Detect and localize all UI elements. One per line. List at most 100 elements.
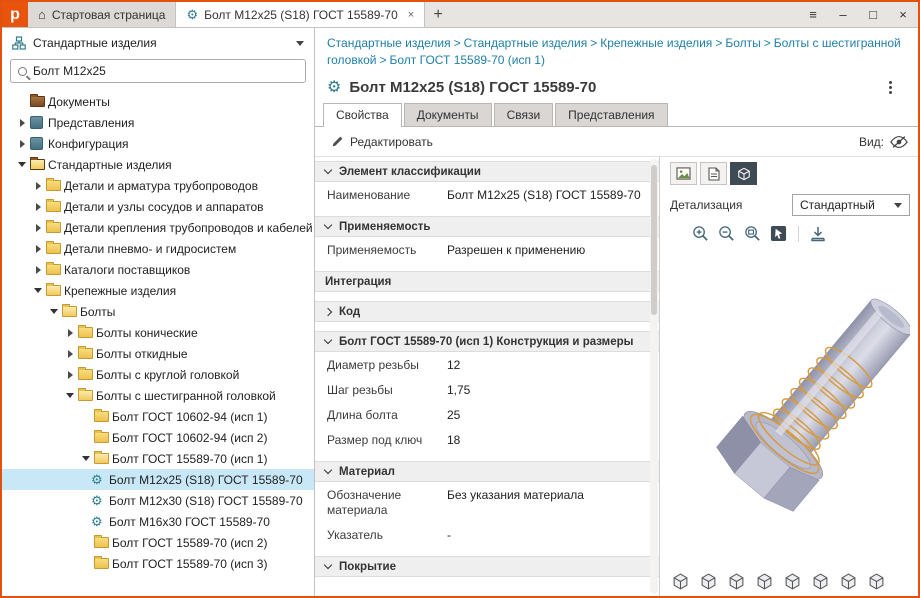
view-orientation-icon[interactable] bbox=[700, 573, 717, 590]
folder-icon bbox=[78, 346, 93, 359]
tree-item[interactable]: ⚙ Болт М16х30 ГОСТ 15589-70 bbox=[2, 511, 314, 532]
tree-item[interactable]: Болт ГОСТ 10602-94 (исп 2) bbox=[2, 427, 314, 448]
view-orientation-icon[interactable] bbox=[784, 573, 801, 590]
expand-icon[interactable] bbox=[19, 118, 25, 127]
tab-documents[interactable]: Документы bbox=[403, 103, 492, 126]
part-icon: ⚙ bbox=[91, 472, 103, 487]
rotate-mode-button[interactable] bbox=[770, 225, 787, 242]
view-toolbar bbox=[670, 225, 910, 242]
collapse-icon[interactable] bbox=[66, 393, 74, 398]
preview-tab-image[interactable] bbox=[670, 162, 697, 185]
tab-views[interactable]: Представления bbox=[555, 103, 668, 126]
eye-slash-icon[interactable] bbox=[890, 135, 908, 149]
expand-icon[interactable] bbox=[35, 244, 41, 253]
breadcrumb-item[interactable]: Болты bbox=[725, 36, 760, 50]
tab-close-icon[interactable]: × bbox=[408, 9, 414, 21]
tree-item-standard-parts[interactable]: Стандартные изделия bbox=[2, 154, 314, 175]
tree-item-bolts[interactable]: Болты bbox=[2, 301, 314, 322]
zoom-out-button[interactable] bbox=[718, 225, 735, 242]
section-header-applicability[interactable]: Применяемость bbox=[315, 216, 659, 237]
model-viewport[interactable] bbox=[670, 242, 910, 570]
zoom-in-button[interactable] bbox=[692, 225, 709, 242]
tab-links[interactable]: Связи bbox=[493, 103, 554, 126]
section-header-dimensions[interactable]: Болт ГОСТ 15589-70 (исп 1) Конструкция и… bbox=[315, 331, 659, 352]
tree-item-gost-15589-isp1[interactable]: Болт ГОСТ 15589-70 (исп 1) bbox=[2, 448, 314, 469]
property-row: Обозначение материала Без указания матер… bbox=[327, 488, 584, 517]
section-header-material[interactable]: Материал bbox=[315, 461, 659, 482]
more-actions-button[interactable] bbox=[883, 79, 898, 96]
view-orientation-icon[interactable] bbox=[868, 573, 885, 590]
configuration-icon bbox=[30, 137, 43, 150]
search-input[interactable] bbox=[33, 64, 298, 78]
tree-item-fasteners[interactable]: Крепежные изделия bbox=[2, 280, 314, 301]
tree-item-selected-bolt[interactable]: ⚙ Болт М12х25 (S18) ГОСТ 15589-70 bbox=[2, 469, 314, 490]
collapse-icon[interactable] bbox=[82, 456, 90, 461]
tree-item[interactable]: Болт ГОСТ 15589-70 (исп 2) bbox=[2, 532, 314, 553]
tree-item[interactable]: Болты откидные bbox=[2, 343, 314, 364]
expand-icon[interactable] bbox=[19, 139, 25, 148]
expand-icon[interactable] bbox=[35, 181, 41, 190]
tree-item[interactable]: Детали пневмо- и гидросистем bbox=[2, 238, 314, 259]
sidebar: Стандартные изделия Документы Представле… bbox=[2, 28, 315, 596]
section-header-integration[interactable]: Интеграция bbox=[315, 271, 659, 292]
expand-icon[interactable] bbox=[35, 223, 41, 232]
bolt-3d-model bbox=[716, 298, 910, 512]
preview-tab-sketch[interactable] bbox=[700, 162, 727, 185]
new-tab-button[interactable]: + bbox=[425, 2, 451, 27]
tree-item[interactable]: Детали и арматура трубопроводов bbox=[2, 175, 314, 196]
doc-tab-start-page[interactable]: ⌂ Стартовая страница bbox=[28, 2, 177, 27]
tree-item[interactable]: Детали крепления трубопроводов и кабелей bbox=[2, 217, 314, 238]
main-menu-button[interactable]: ≡ bbox=[798, 2, 828, 27]
tree-item[interactable]: Детали и узлы сосудов и аппаратов bbox=[2, 196, 314, 217]
tree-item[interactable]: Каталоги поставщиков bbox=[2, 259, 314, 280]
expand-icon[interactable] bbox=[35, 265, 41, 274]
tree-item[interactable]: ⚙ Болт М12х30 (S18) ГОСТ 15589-70 bbox=[2, 490, 314, 511]
minimize-button[interactable]: – bbox=[828, 2, 858, 27]
collapse-icon[interactable] bbox=[50, 309, 58, 314]
view-orientation-icon[interactable] bbox=[672, 573, 689, 590]
preview-tab-3d[interactable] bbox=[730, 162, 757, 185]
view-orientation-icon[interactable] bbox=[728, 573, 745, 590]
tree-item-documents[interactable]: Документы bbox=[2, 91, 314, 112]
doc-tab-bolt[interactable]: ⚙ Болт М12х25 (S18) ГОСТ 15589-70 × bbox=[176, 2, 426, 27]
collapse-icon[interactable] bbox=[18, 162, 26, 167]
breadcrumb-item[interactable]: Стандартные изделия bbox=[327, 36, 451, 50]
view-orientation-icon[interactable] bbox=[756, 573, 773, 590]
tree-item[interactable]: Болт ГОСТ 15589-70 (исп 3) bbox=[2, 553, 314, 574]
save-image-button[interactable] bbox=[810, 226, 826, 242]
section-header-code[interactable]: Код bbox=[315, 301, 659, 322]
close-button[interactable]: × bbox=[888, 2, 918, 27]
expand-icon[interactable] bbox=[35, 202, 41, 211]
view-orientation-icon[interactable] bbox=[840, 573, 857, 590]
view-orientation-icon[interactable] bbox=[812, 573, 829, 590]
app-logo[interactable]: p bbox=[2, 2, 28, 27]
maximize-button[interactable]: □ bbox=[858, 2, 888, 27]
tree-item-views[interactable]: Представления bbox=[2, 112, 314, 133]
search-box bbox=[10, 59, 306, 83]
tree-item-configuration[interactable]: Конфигурация bbox=[2, 133, 314, 154]
library-selector[interactable]: Стандартные изделия bbox=[2, 28, 314, 58]
tree-item[interactable]: Болты конические bbox=[2, 322, 314, 343]
properties-scrollbar[interactable] bbox=[650, 159, 658, 594]
expand-icon[interactable] bbox=[67, 349, 73, 358]
folder-icon bbox=[78, 325, 93, 338]
section-header-classification[interactable]: Элемент классификации bbox=[315, 161, 659, 182]
breadcrumb-item[interactable]: Крепежные изделия bbox=[600, 36, 712, 50]
app-logo-letter: p bbox=[10, 5, 20, 23]
breadcrumb-item[interactable]: Стандартные изделия bbox=[464, 36, 588, 50]
tab-properties[interactable]: Свойства bbox=[323, 103, 402, 127]
section-header-coating[interactable]: Покрытие bbox=[315, 556, 659, 577]
detail-level-select[interactable]: Стандартный bbox=[792, 194, 910, 216]
edit-button[interactable]: Редактировать bbox=[325, 132, 439, 152]
zoom-in-icon bbox=[693, 226, 708, 241]
tree-item[interactable]: Болт ГОСТ 10602-94 (исп 1) bbox=[2, 406, 314, 427]
tree-item[interactable]: Болты с круглой головкой bbox=[2, 364, 314, 385]
breadcrumb-separator: > bbox=[763, 36, 771, 50]
expand-icon[interactable] bbox=[67, 328, 73, 337]
collapse-icon[interactable] bbox=[34, 288, 42, 293]
tree-item-hex-bolts[interactable]: Болты с шестигранной головкой bbox=[2, 385, 314, 406]
zoom-fit-button[interactable] bbox=[744, 225, 761, 242]
scrollbar-thumb[interactable] bbox=[651, 165, 657, 315]
breadcrumb-item[interactable]: Болт ГОСТ 15589-70 (исп 1) bbox=[390, 53, 545, 67]
expand-icon[interactable] bbox=[67, 370, 73, 379]
